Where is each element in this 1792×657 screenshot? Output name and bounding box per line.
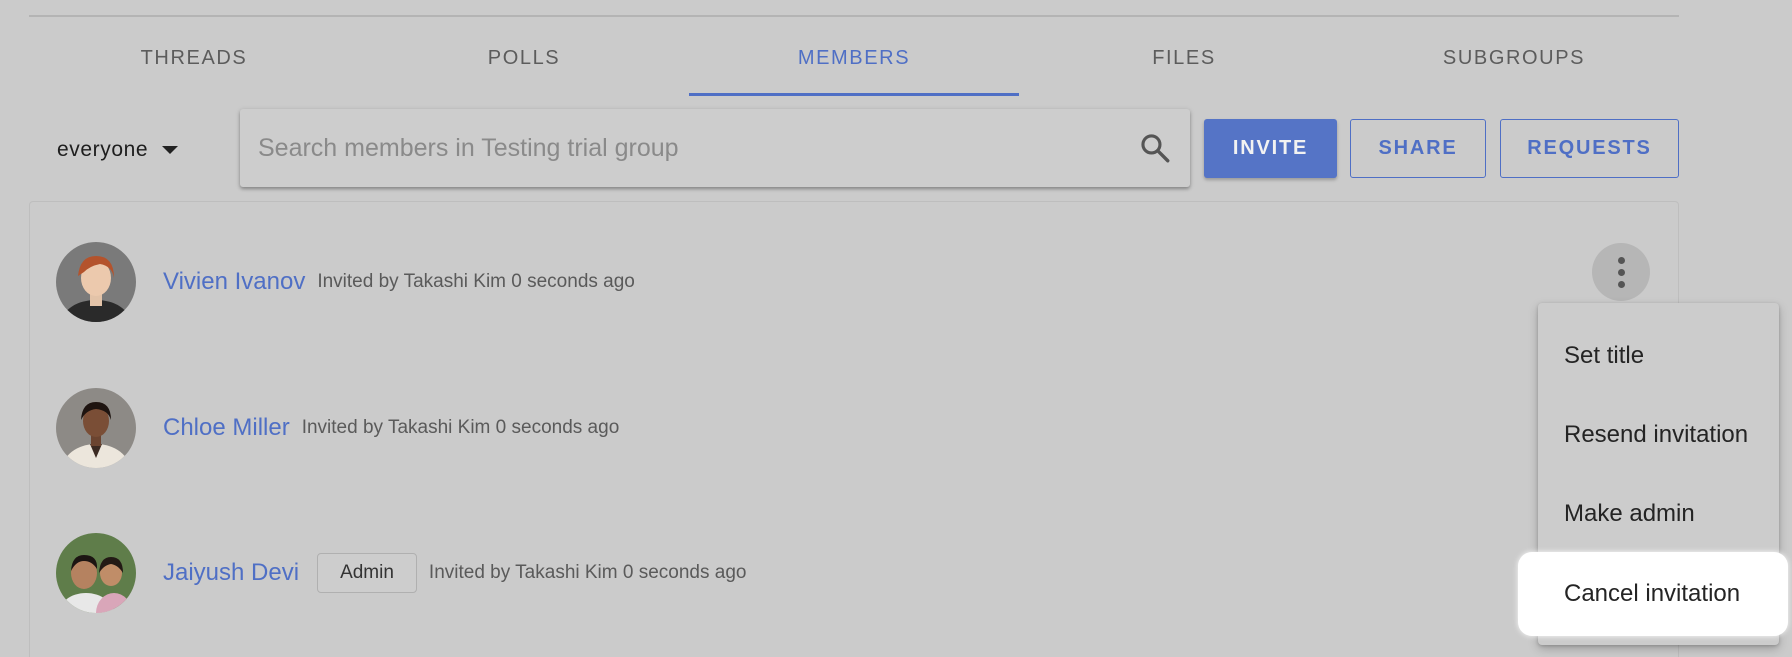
member-row: Chloe Miller Invited by Takashi Kim 0 se…: [56, 388, 619, 468]
avatar[interactable]: [56, 242, 136, 322]
group-tabs: THREADS POLLS MEMBERS FILES SUBGROUPS: [29, 20, 1679, 96]
share-button[interactable]: SHARE: [1350, 119, 1486, 178]
invitation-info: Invited by Takashi Kim 0 seconds ago: [317, 271, 635, 292]
requests-button[interactable]: REQUESTS: [1500, 119, 1679, 178]
member-search-box: [240, 109, 1190, 187]
member-filter-dropdown[interactable]: everyone: [57, 130, 179, 170]
menu-item-make-admin[interactable]: Make admin: [1538, 475, 1779, 553]
member-actions-menu: Set title Resend invitation Make admin C…: [1518, 303, 1788, 645]
tab-threads[interactable]: THREADS: [29, 20, 359, 96]
menu-item-resend-invitation[interactable]: Resend invitation: [1538, 396, 1779, 474]
member-row: Jaiyush Devi Admin Invited by Takashi Ki…: [56, 533, 746, 613]
avatar[interactable]: [56, 388, 136, 468]
member-filter-label: everyone: [57, 138, 149, 161]
avatar[interactable]: [56, 533, 136, 613]
search-icon[interactable]: [1138, 131, 1172, 165]
member-row: Vivien Ivanov Invited by Takashi Kim 0 s…: [56, 242, 635, 322]
admin-badge: Admin: [317, 553, 417, 593]
menu-item-cancel-invitation[interactable]: Cancel invitation: [1518, 552, 1788, 636]
tab-files[interactable]: FILES: [1019, 20, 1349, 96]
caret-down-icon: [162, 146, 179, 154]
invitation-info: Invited by Takashi Kim 0 seconds ago: [428, 562, 747, 583]
tab-polls[interactable]: POLLS: [359, 20, 689, 96]
invitation-info: Invited by Takashi Kim 0 seconds ago: [301, 417, 620, 438]
member-search-input[interactable]: [258, 133, 1138, 163]
member-name[interactable]: Chloe Miller: [163, 414, 290, 442]
tab-subgroups[interactable]: SUBGROUPS: [1349, 20, 1679, 96]
menu-item-set-title[interactable]: Set title: [1538, 317, 1779, 395]
more-options-icon[interactable]: [1592, 243, 1650, 301]
member-name[interactable]: Vivien Ivanov: [163, 268, 305, 296]
top-divider: [29, 15, 1679, 17]
invite-button[interactable]: INVITE: [1204, 119, 1337, 178]
member-name[interactable]: Jaiyush Devi: [163, 559, 299, 587]
tab-members[interactable]: MEMBERS: [689, 20, 1019, 96]
